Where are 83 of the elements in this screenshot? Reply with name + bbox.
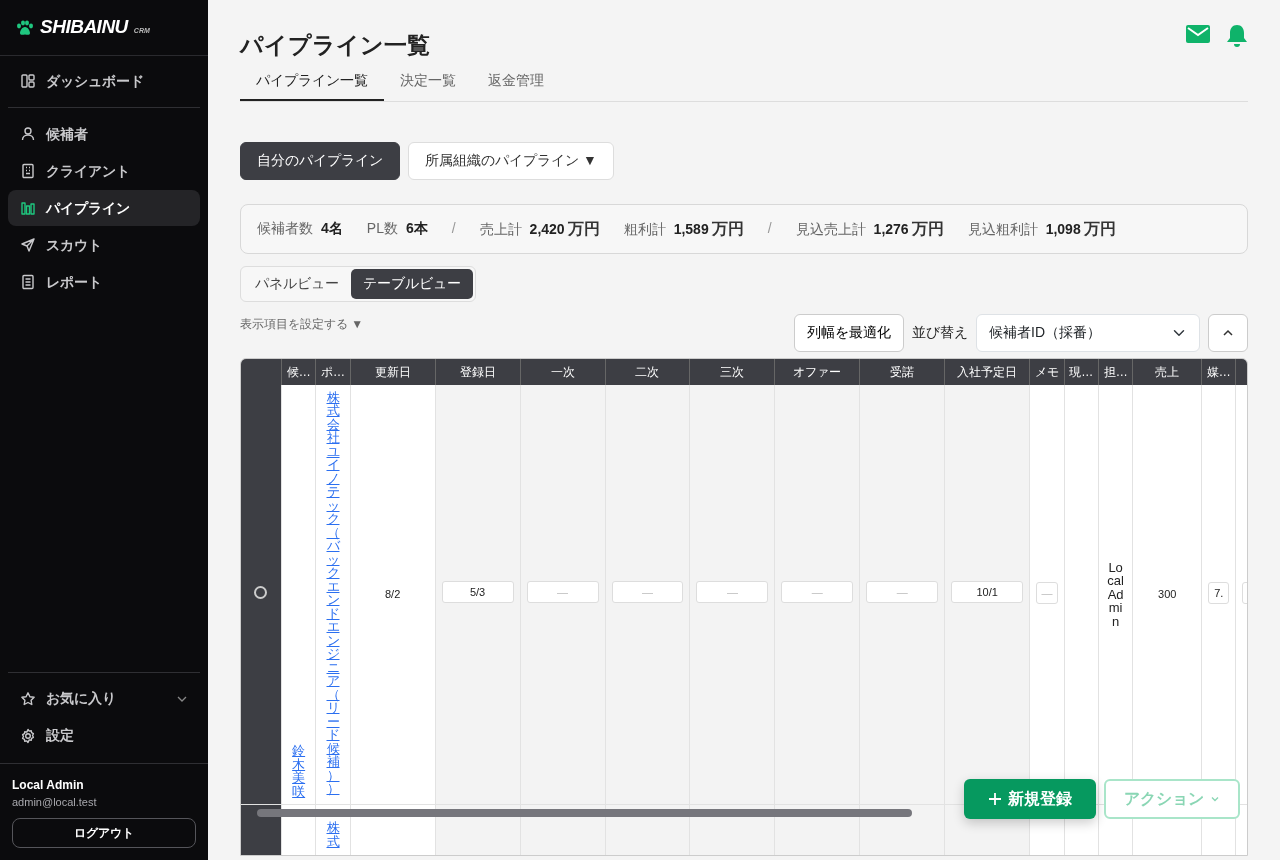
stat-label: 売上計 (479, 219, 522, 239)
scope-button[interactable]: 所属組織のパイプライン ▼ (408, 141, 614, 180)
star-icon (20, 690, 36, 707)
chevron-icon (1210, 794, 1220, 804)
stat-unit: 万円 (1083, 218, 1116, 239)
column-header: 担… (1098, 358, 1133, 385)
building-icon (20, 163, 36, 179)
paper-plane-icon (20, 237, 36, 253)
candidate-link[interactable]: 鈴木美咲 (289, 744, 308, 799)
tab[interactable]: 決定一覧 (384, 63, 472, 101)
paw-logo-icon (16, 19, 34, 36)
document-icon (20, 274, 36, 290)
new-entry-button[interactable]: 新規登録 (964, 779, 1096, 819)
stat-label: 見込売上計 (795, 219, 866, 239)
stat-label: 粗利計 (623, 219, 666, 239)
bell-icon[interactable] (1226, 24, 1248, 48)
column-header: 登録日 (435, 358, 521, 385)
column-header: 媒… (1201, 358, 1236, 385)
column-header: 売上 (1132, 358, 1202, 385)
view-tab[interactable]: テーブルビュー (351, 268, 473, 299)
table-cell: 8/2 (385, 588, 401, 601)
mail-icon[interactable] (1186, 24, 1210, 44)
stat-value: 1,098 (1045, 219, 1081, 239)
column-header: ポ… (315, 358, 351, 385)
stat-unit: 万円 (711, 218, 744, 239)
stat-label: 見込粗利計 (967, 219, 1038, 239)
row-radio[interactable] (254, 585, 268, 599)
column-header: 二次 (605, 358, 690, 385)
date-field[interactable]: 5/3 (441, 581, 514, 604)
stat-label: PL数 (366, 219, 398, 239)
sidebar-item[interactable]: スカウト (8, 227, 200, 263)
sidebar-item[interactable]: 設定 (8, 717, 200, 754)
sidebar-item[interactable]: レポート (8, 264, 200, 300)
date-field[interactable]: 7. (1208, 582, 1230, 605)
scope-button[interactable]: 自分のパイプライン (240, 141, 400, 180)
collapse-button[interactable] (1208, 313, 1248, 352)
stat-unit: 万円 (567, 218, 600, 239)
column-header: オファー (774, 358, 860, 385)
sort-label: 並び替え (912, 323, 968, 343)
divider-slash: / (451, 219, 456, 239)
stat-value: 2,420 (529, 219, 565, 239)
stat-value: 6本 (405, 219, 428, 239)
date-field[interactable]: 10/1 (951, 581, 1024, 604)
sidebar-item[interactable]: 候補者 (8, 116, 200, 152)
stat-unit: 万円 (911, 218, 944, 239)
settings-icon (20, 727, 36, 744)
person-icon (20, 126, 36, 142)
user-name: Local Admin (12, 776, 85, 794)
column-header: 三次 (689, 358, 775, 385)
scrollbar-thumb[interactable] (257, 808, 912, 817)
table-cell: 300 (1158, 588, 1177, 601)
tab[interactable]: 返金管理 (472, 63, 560, 101)
stat-label: 候補者数 (257, 219, 313, 239)
sidebar-item[interactable]: パイプライン (8, 190, 200, 226)
user-email: admin@local.test (12, 794, 98, 810)
column-header: 一次 (520, 358, 605, 385)
divider-slash: / (767, 219, 772, 239)
sidebar-item[interactable]: ダッシュボード (8, 63, 200, 99)
page-title: パイプライン一覧 (240, 32, 430, 60)
column-header: 更新日 (350, 358, 436, 385)
sidebar-item[interactable]: お気に入り (8, 680, 200, 717)
table-cell: Local Admin (1107, 559, 1124, 629)
column-header: 入社予定日 (944, 358, 1030, 385)
sidebar-item[interactable]: クライアント (8, 153, 200, 189)
sort-select[interactable]: 候補者ID（採番） (976, 313, 1200, 352)
column-settings-link[interactable]: 表示項目を設定する ▼ (240, 314, 364, 333)
stat-value: 1,589 (673, 219, 709, 239)
table-link[interactable]: 株式 (324, 821, 342, 849)
bar-chart-icon (20, 200, 36, 216)
fit-columns-button[interactable]: 列幅を最適化 (794, 313, 904, 352)
column-header: 受諾 (859, 358, 945, 385)
stat-value: 1,276 (873, 219, 909, 239)
view-tab[interactable]: パネルビュー (243, 268, 351, 299)
grid-icon (20, 73, 36, 89)
column-header: 候… (281, 358, 316, 385)
column-header: メモ (1029, 358, 1065, 385)
table-link[interactable]: 株式会社ユイノテック（バックエンドエンジニア（リード候補）） (324, 390, 342, 796)
column-header: 現… (1064, 358, 1099, 385)
logout-button[interactable]: ログアウト (12, 818, 196, 848)
stat-value: 4名 (321, 219, 343, 239)
plus-icon (988, 792, 1002, 806)
brand-name: SHIBAINU (40, 15, 128, 40)
tab[interactable]: パイプライン一覧 (240, 63, 384, 101)
